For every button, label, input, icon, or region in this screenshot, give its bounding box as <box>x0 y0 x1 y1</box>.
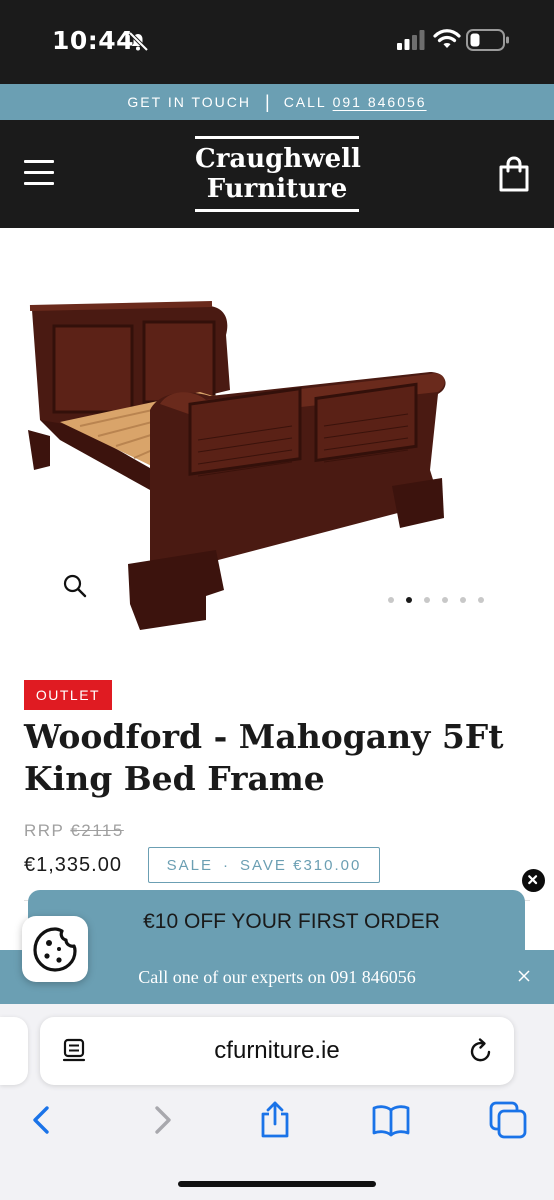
bell-slash-icon <box>128 31 149 52</box>
expert-call-text[interactable]: Call one of our experts on 091 846056 <box>138 967 415 988</box>
forward-icon[interactable] <box>142 1100 182 1140</box>
battery-icon <box>466 29 509 51</box>
rrp-label: RRP <box>24 821 65 840</box>
carousel-dot[interactable] <box>388 597 394 603</box>
carousel-dot[interactable] <box>424 597 430 603</box>
save-amount: SAVE €310.00 <box>240 856 362 874</box>
status-bar: 10:44 <box>0 0 554 84</box>
cookie-icon <box>33 927 77 972</box>
logo-line-2: Furniture <box>206 174 348 204</box>
tabs-icon[interactable] <box>488 1100 528 1140</box>
shopping-bag-icon[interactable] <box>496 156 532 192</box>
share-icon[interactable] <box>255 1100 295 1140</box>
site-header: Craughwell Furniture <box>0 120 554 228</box>
sale-label: SALE <box>166 856 214 874</box>
url-field[interactable]: cfurniture.ie <box>120 1036 434 1066</box>
home-indicator <box>178 1181 376 1187</box>
product-title: Woodford - Mahogany 5Ft King Bed Frame <box>24 717 504 798</box>
contact-bar: GET IN TOUCH | CALL 091 846056 <box>0 84 554 120</box>
outlet-badge: OUTLET <box>24 680 112 710</box>
zoom-icon[interactable] <box>62 573 88 599</box>
carousel-dot[interactable] <box>442 597 448 603</box>
cookie-settings-button[interactable] <box>22 916 88 982</box>
rrp-value: €2115 <box>70 821 124 840</box>
bookmarks-icon[interactable] <box>371 1100 411 1140</box>
carousel-dot[interactable] <box>478 597 484 603</box>
discount-popup[interactable]: €10 OFF YOUR FIRST ORDER <box>28 890 525 954</box>
close-icon[interactable] <box>520 867 547 894</box>
reload-icon[interactable] <box>466 1036 496 1066</box>
discount-popup-text: €10 OFF YOUR FIRST ORDER <box>143 910 440 933</box>
back-icon[interactable] <box>22 1100 62 1140</box>
sale-separator: · <box>223 856 231 874</box>
wifi-icon <box>433 29 461 48</box>
phone-link[interactable]: 091 846056 <box>333 94 427 110</box>
cellular-signal-icon <box>397 30 425 50</box>
get-in-touch-link[interactable]: GET IN TOUCH <box>127 94 251 110</box>
carousel-dot[interactable] <box>460 597 466 603</box>
rrp-price: RRP €2115 <box>24 821 124 841</box>
call-label: CALL <box>283 94 327 110</box>
site-logo[interactable]: Craughwell Furniture <box>195 136 361 212</box>
carousel-dot[interactable] <box>406 597 412 603</box>
status-time: 10:44 <box>52 26 135 55</box>
logo-line-1: Craughwell <box>195 144 361 174</box>
hamburger-menu-icon[interactable] <box>24 160 56 186</box>
image-carousel-dots[interactable] <box>388 597 484 603</box>
close-icon[interactable] <box>516 968 532 984</box>
previous-tab-edge[interactable] <box>0 1017 28 1085</box>
reader-mode-icon[interactable] <box>60 1036 90 1066</box>
contact-separator: | <box>265 91 270 112</box>
sale-savings-badge: SALE · SAVE €310.00 <box>148 847 380 883</box>
sale-price: €1,335.00 <box>24 854 122 876</box>
